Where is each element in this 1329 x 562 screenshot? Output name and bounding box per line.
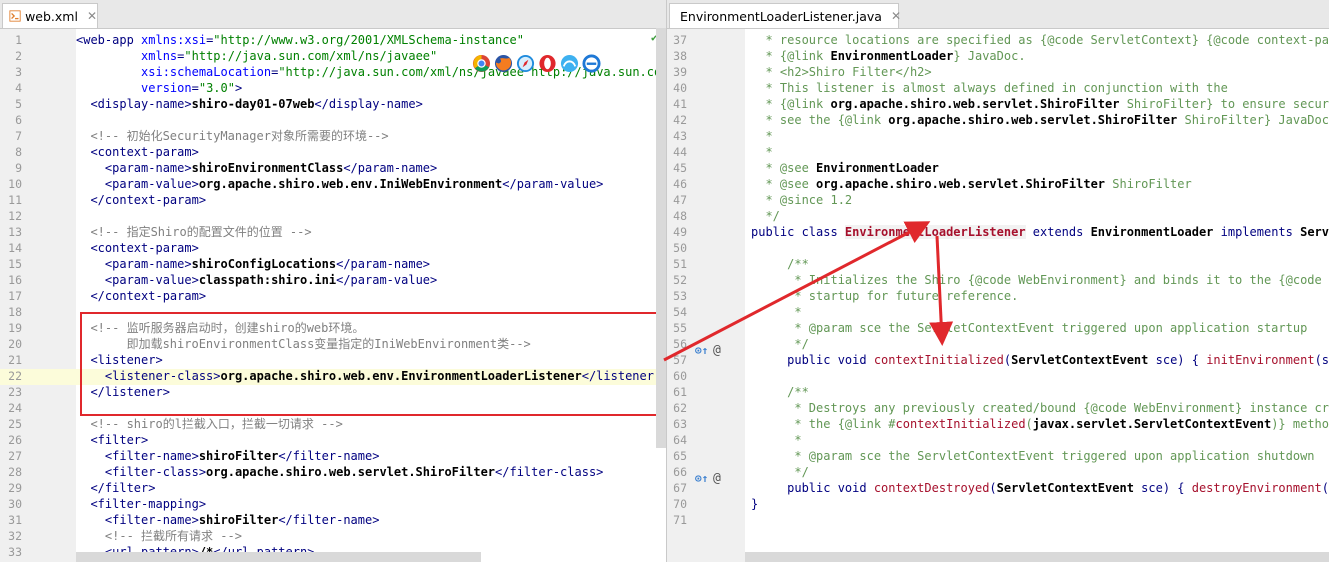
arrow-to-contextInitialized bbox=[929, 235, 954, 346]
annotation-arrows bbox=[663, 221, 954, 362]
arrow-to-class bbox=[663, 221, 931, 362]
